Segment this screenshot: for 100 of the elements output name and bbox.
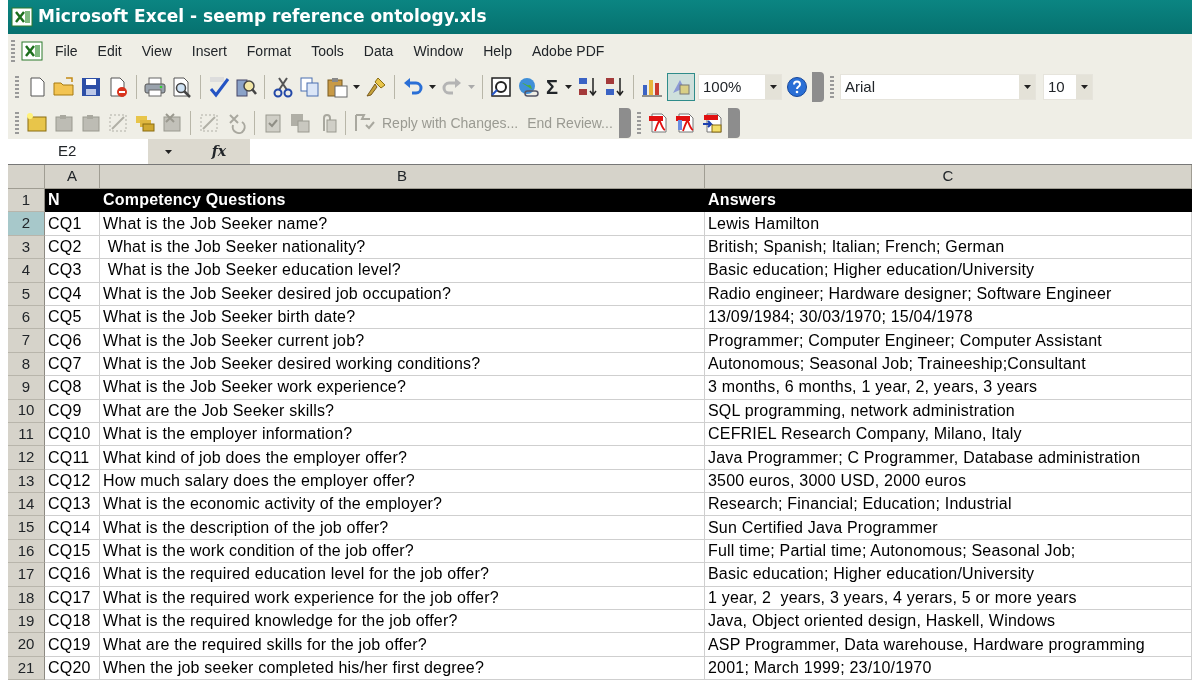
table-cell: What is the Job Seeker desired job occupation? — [100, 282, 705, 306]
row-header[interactable]: 5 — [8, 282, 45, 306]
row-header[interactable]: 19 — [8, 610, 45, 634]
table-cell: CQ2 — [45, 235, 100, 260]
zoom-field[interactable]: 100% — [698, 74, 782, 100]
row-header[interactable]: 14 — [8, 493, 45, 517]
table-cell: How much salary does the employer offer? — [100, 469, 705, 494]
menu-item[interactable]: File — [46, 38, 87, 64]
row-header[interactable]: 12 — [8, 446, 45, 470]
row-header[interactable]: 10 — [8, 399, 45, 423]
menu-item[interactable]: Window — [404, 38, 473, 64]
menu-item[interactable]: Help — [474, 38, 521, 64]
table-cell: What is the required education level for the job offer? — [100, 563, 705, 587]
table-cell: What is the Job Seeker name? — [100, 212, 705, 236]
column-header[interactable]: B — [100, 165, 705, 189]
row-header[interactable]: 16 — [8, 539, 45, 564]
table-cell: N — [45, 189, 100, 213]
spelling-icon[interactable] — [207, 75, 231, 99]
paste-icon[interactable] — [325, 75, 349, 99]
table-cell: Programmer; Computer Engineer; Computer Assistant — [705, 329, 1192, 353]
new-comment-icon[interactable] — [25, 111, 49, 135]
table-cell: CQ7 — [45, 352, 100, 377]
cut-icon[interactable] — [271, 75, 295, 99]
row-header[interactable]: 6 — [8, 305, 45, 330]
table-cell: Full time; Partial time; Autonomous; Seasonal Job; — [705, 539, 1192, 564]
row-header[interactable]: 3 — [8, 235, 45, 260]
table-cell: SQL programming, network administration — [705, 399, 1192, 423]
menu-item[interactable]: Format — [237, 38, 301, 64]
toolbar-options-handle[interactable] — [727, 108, 740, 138]
column-header[interactable]: C — [705, 165, 1192, 189]
row-header[interactable]: 11 — [8, 422, 45, 447]
save-icon[interactable] — [79, 75, 103, 99]
name-box[interactable]: E2 — [8, 139, 148, 164]
help-icon[interactable] — [785, 75, 809, 99]
table-cell: What is the Job Seeker education level? — [100, 259, 705, 283]
pdf-send-icon[interactable] — [700, 111, 725, 135]
menu-item[interactable]: View — [132, 38, 181, 64]
table-cell: Autonomous; Seasonal Job; Traineeship;Consultant — [705, 352, 1192, 377]
table-cell: 3500 euros, 3000 USD, 2000 euros — [705, 469, 1192, 494]
menu-item[interactable]: Data — [354, 38, 403, 64]
table-cell: What is the economic activity of the employer? — [100, 493, 705, 517]
table-cell: CQ17 — [45, 586, 100, 611]
table-cell: CQ10 — [45, 422, 100, 447]
hyperlink-icon[interactable] — [516, 75, 540, 99]
table-cell: Sun Certified Java Programmer — [705, 516, 1192, 540]
row-header[interactable]: 1 — [8, 189, 45, 213]
print-icon[interactable] — [143, 75, 167, 99]
table-cell: British; Spanish; Italian; French; German — [705, 235, 1192, 260]
font-size-field[interactable]: 10 — [1043, 74, 1093, 100]
table-cell: CQ8 — [45, 376, 100, 400]
table-cell: 13/09/1984; 30/03/1970; 15/04/1978 — [705, 305, 1192, 330]
table-cell: CQ15 — [45, 539, 100, 564]
font-name-field[interactable]: Arial — [840, 74, 1036, 100]
table-cell: CEFRIEL Research Company, Milano, Italy — [705, 422, 1192, 447]
row-header[interactable]: 20 — [8, 633, 45, 657]
table-cell: CQ1 — [45, 212, 100, 236]
formula-field[interactable] — [250, 139, 1192, 164]
row-header[interactable]: 17 — [8, 563, 45, 587]
menu-item[interactable]: Tools — [302, 38, 353, 64]
sort-descending-icon[interactable] — [603, 75, 627, 99]
menu-item[interactable]: Edit — [88, 38, 131, 64]
row-header[interactable]: 9 — [8, 376, 45, 400]
table-cell: Basic education; Higher education/University — [705, 563, 1192, 587]
column-header[interactable]: A — [45, 165, 100, 189]
table-cell: 3 months, 6 months, 1 year, 2, years, 3 years — [705, 376, 1192, 400]
sort-ascending-icon[interactable] — [576, 75, 600, 99]
row-header[interactable]: 8 — [8, 352, 45, 377]
table-cell: CQ14 — [45, 516, 100, 540]
table-cell: CQ13 — [45, 493, 100, 517]
table-cell: What is the required work experience for the job offer? — [100, 586, 705, 611]
table-cell: ASP Programmer, Data warehouse, Hardware programming — [705, 633, 1192, 657]
autosum-button[interactable]: Σ — [543, 77, 561, 97]
table-cell: Research; Financial; Education; Industrial — [705, 493, 1192, 517]
row-header[interactable]: 18 — [8, 586, 45, 611]
excel-logo-icon — [10, 5, 34, 29]
format-painter-icon[interactable] — [364, 75, 388, 99]
table-cell: What is the Job Seeker current job? — [100, 329, 705, 353]
table-cell: What is the Job Seeker birth date? — [100, 305, 705, 330]
row-header[interactable]: 15 — [8, 516, 45, 540]
table-cell: What is the Job Seeker desired working conditions? — [100, 352, 705, 377]
table-cell: CQ20 — [45, 656, 100, 681]
window-title: Microsoft Excel - seemp reference ontology.xls — [38, 5, 487, 29]
row-header[interactable]: 4 — [8, 259, 45, 283]
toolbar-options-handle[interactable] — [618, 108, 631, 138]
table-cell: CQ19 — [45, 633, 100, 657]
menu-item[interactable]: Insert — [182, 38, 236, 64]
row-header[interactable]: 7 — [8, 329, 45, 353]
table-cell: Competency Questions — [100, 189, 705, 213]
row-header[interactable]: 13 — [8, 469, 45, 494]
table-cell: 1 year, 2 years, 3 years, 4 yerars, 5 or more years — [705, 586, 1192, 611]
menu-item[interactable]: Adobe PDF — [523, 38, 614, 64]
table-cell: What are the required skills for the job offer? — [100, 633, 705, 657]
document-menu-icon[interactable] — [20, 39, 44, 63]
row-header[interactable]: 21 — [8, 656, 45, 681]
row-header[interactable]: 2 — [8, 212, 45, 236]
table-cell: What are the Job Seeker skills? — [100, 399, 705, 423]
toolbar-options-handle[interactable] — [812, 72, 824, 102]
insert-function-button[interactable]: fx — [188, 139, 250, 164]
drawing-icon[interactable] — [667, 73, 695, 101]
table-cell: CQ3 — [45, 259, 100, 283]
